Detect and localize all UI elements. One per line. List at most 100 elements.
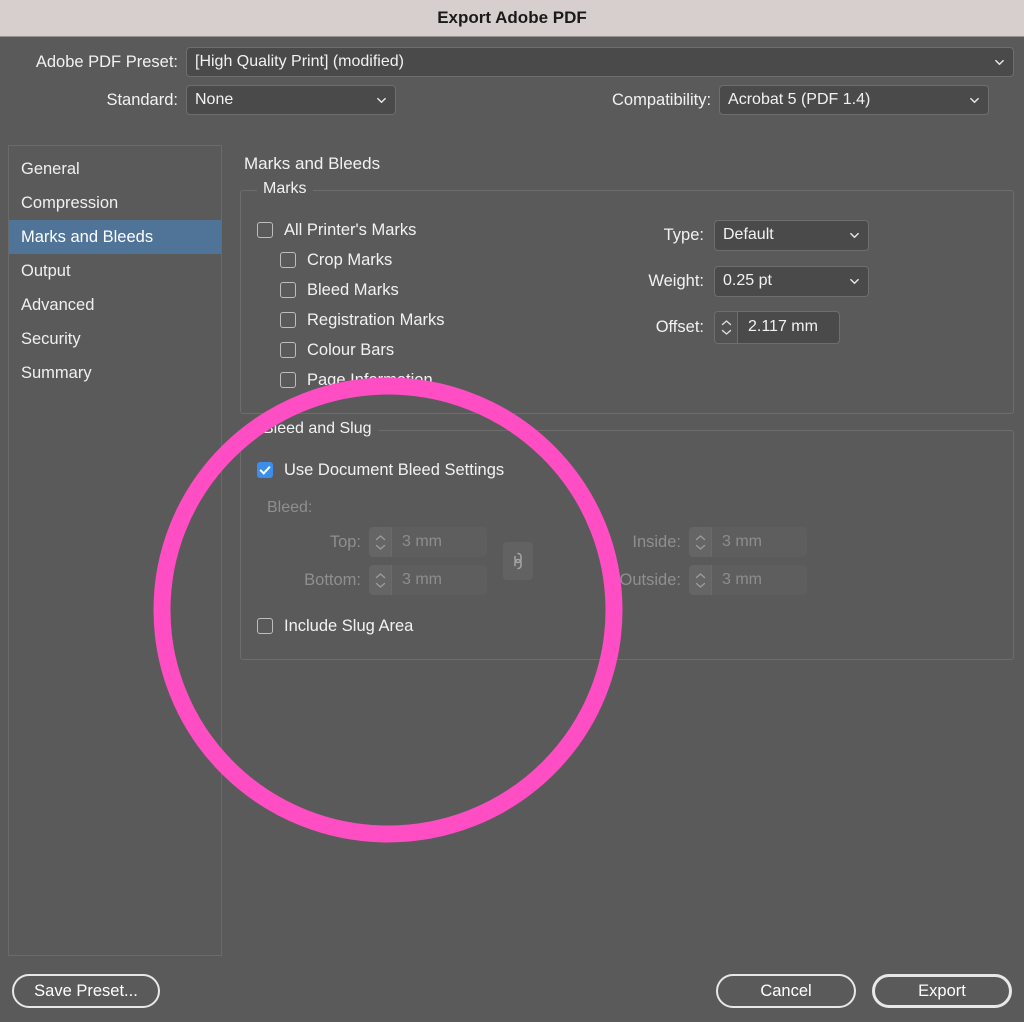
checkbox-label: All Printer's Marks — [284, 221, 416, 240]
window-title: Export Adobe PDF — [437, 8, 587, 28]
bleed-values-grid: Top: 3 mm Bottom: — [267, 527, 997, 595]
type-select[interactable]: Default — [714, 220, 869, 251]
chevron-down-icon — [849, 276, 860, 287]
offset-stepper[interactable] — [715, 312, 738, 343]
chevron-down-icon — [969, 95, 980, 106]
chevron-down-icon — [695, 582, 706, 588]
checkbox-registration-marks[interactable] — [280, 312, 296, 328]
settings-panel: Marks and Bleeds Marks All Printer's Mar… — [240, 140, 1014, 960]
chevron-down-icon — [375, 544, 386, 550]
checkbox-colour-bars[interactable] — [280, 342, 296, 358]
bleed-outside-row: Outside: 3 mm — [587, 565, 807, 595]
offset-input-group[interactable]: 2.117 mm — [714, 311, 840, 344]
chevron-up-icon — [695, 573, 706, 579]
weight-row: Weight: 0.25 pt — [632, 265, 869, 297]
checkbox-bleed-marks[interactable] — [280, 282, 296, 298]
bleed-bottom-input-group: 3 mm — [369, 565, 487, 595]
bleed-inside-input-group: 3 mm — [689, 527, 807, 557]
bleed-top-label: Top: — [267, 533, 361, 552]
checkbox-label: Colour Bars — [307, 341, 394, 360]
checkbox-row-registration-marks[interactable]: Registration Marks — [257, 305, 632, 335]
chevron-up-icon — [695, 535, 706, 541]
chevron-down-icon — [375, 582, 386, 588]
checkbox-page-information[interactable] — [280, 372, 296, 388]
standard-select[interactable]: None — [186, 85, 396, 115]
sidebar-item-summary[interactable]: Summary — [9, 356, 221, 390]
chain-link-icon — [511, 550, 525, 572]
checkbox-include-slug-area[interactable] — [257, 618, 273, 634]
adobe-pdf-preset-value: [High Quality Print] (modified) — [195, 53, 404, 71]
type-value: Default — [723, 226, 774, 244]
compatibility-label: Compatibility: — [612, 91, 711, 110]
adobe-pdf-preset-select[interactable]: [High Quality Print] (modified) — [186, 47, 1014, 77]
sidebar-item-label: Marks and Bleeds — [21, 228, 153, 247]
checkbox-row-bleed-marks[interactable]: Bleed Marks — [257, 275, 632, 305]
chevron-down-icon — [994, 57, 1005, 68]
bleed-bottom-stepper — [369, 565, 392, 595]
compatibility-select[interactable]: Acrobat 5 (PDF 1.4) — [719, 85, 989, 115]
sidebar-item-label: Summary — [21, 364, 92, 383]
checkbox-row-crop-marks[interactable]: Crop Marks — [257, 245, 632, 275]
standard-compatibility-row: Standard: None Compatibility: Acrobat 5 … — [10, 85, 1014, 115]
bleed-and-slug-group: Bleed and Slug Use Document Bleed Settin… — [240, 430, 1014, 660]
checkbox-label: Bleed Marks — [307, 281, 399, 300]
weight-select[interactable]: 0.25 pt — [714, 266, 869, 297]
standard-label: Standard: — [10, 91, 178, 110]
bleed-top-stepper — [369, 527, 392, 557]
checkbox-all-printers-marks[interactable] — [257, 222, 273, 238]
adobe-pdf-preset-row: Adobe PDF Preset: [High Quality Print] (… — [10, 47, 1014, 77]
marks-group-legend: Marks — [257, 180, 313, 198]
checkbox-label: Crop Marks — [307, 251, 392, 270]
checkbox-row-page-information[interactable]: Page Information — [257, 365, 632, 395]
bleed-outside-value: 3 mm — [712, 565, 772, 595]
chevron-up-icon — [375, 535, 386, 541]
settings-category-sidebar: General Compression Marks and Bleeds Out… — [8, 145, 222, 956]
offset-value: 2.117 mm — [738, 312, 828, 343]
sidebar-item-output[interactable]: Output — [9, 254, 221, 288]
bleed-inside-stepper — [689, 527, 712, 557]
sidebar-item-security[interactable]: Security — [9, 322, 221, 356]
sidebar-item-marks-and-bleeds[interactable]: Marks and Bleeds — [9, 220, 221, 254]
chevron-up-icon — [721, 320, 732, 326]
sidebar-item-compression[interactable]: Compression — [9, 186, 221, 220]
checkbox-row-all-printers-marks[interactable]: All Printer's Marks — [257, 215, 632, 245]
bleed-top-row: Top: 3 mm — [267, 527, 487, 557]
sidebar-item-general[interactable]: General — [9, 152, 221, 186]
bleed-bottom-value: 3 mm — [392, 565, 452, 595]
checkbox-label: Use Document Bleed Settings — [284, 461, 504, 480]
bleed-outside-input-group: 3 mm — [689, 565, 807, 595]
chevron-up-icon — [375, 573, 386, 579]
checkbox-crop-marks[interactable] — [280, 252, 296, 268]
save-preset-button[interactable]: Save Preset... — [12, 974, 160, 1008]
sidebar-item-label: General — [21, 160, 80, 179]
checkbox-row-colour-bars[interactable]: Colour Bars — [257, 335, 632, 365]
cancel-button[interactable]: Cancel — [716, 974, 856, 1008]
sidebar-item-advanced[interactable]: Advanced — [9, 288, 221, 322]
bleed-outside-label: Outside: — [587, 571, 681, 590]
checkbox-row-include-slug-area[interactable]: Include Slug Area — [257, 611, 997, 641]
chevron-down-icon — [721, 329, 732, 335]
offset-label: Offset: — [632, 318, 704, 337]
sidebar-item-label: Security — [21, 330, 81, 349]
bleed-top-input-group: 3 mm — [369, 527, 487, 557]
checkbox-label: Include Slug Area — [284, 617, 413, 636]
checkbox-label: Page Information — [307, 371, 433, 390]
bleed-inside-value: 3 mm — [712, 527, 772, 557]
marks-checkbox-list: All Printer's Marks Crop Marks Bleed Mar… — [257, 215, 632, 395]
bleed-top-value: 3 mm — [392, 527, 452, 557]
bleed-outside-stepper — [689, 565, 712, 595]
page-title: Marks and Bleeds — [244, 154, 1014, 174]
checkbox-use-document-bleed-settings[interactable] — [257, 462, 273, 478]
dialog-footer: Save Preset... Cancel Export — [0, 960, 1024, 1022]
checkbox-row-use-document-bleed-settings[interactable]: Use Document Bleed Settings — [257, 455, 997, 485]
type-label: Type: — [632, 226, 704, 245]
sidebar-item-label: Compression — [21, 194, 118, 213]
bleed-inside-label: Inside: — [587, 533, 681, 552]
bleed-inside-row: Inside: 3 mm — [587, 527, 807, 557]
chevron-down-icon — [695, 544, 706, 550]
export-button[interactable]: Export — [872, 974, 1012, 1008]
compatibility-value: Acrobat 5 (PDF 1.4) — [728, 91, 870, 109]
sidebar-item-label: Output — [21, 262, 71, 281]
adobe-pdf-preset-label: Adobe PDF Preset: — [10, 53, 178, 72]
weight-label: Weight: — [632, 272, 704, 291]
